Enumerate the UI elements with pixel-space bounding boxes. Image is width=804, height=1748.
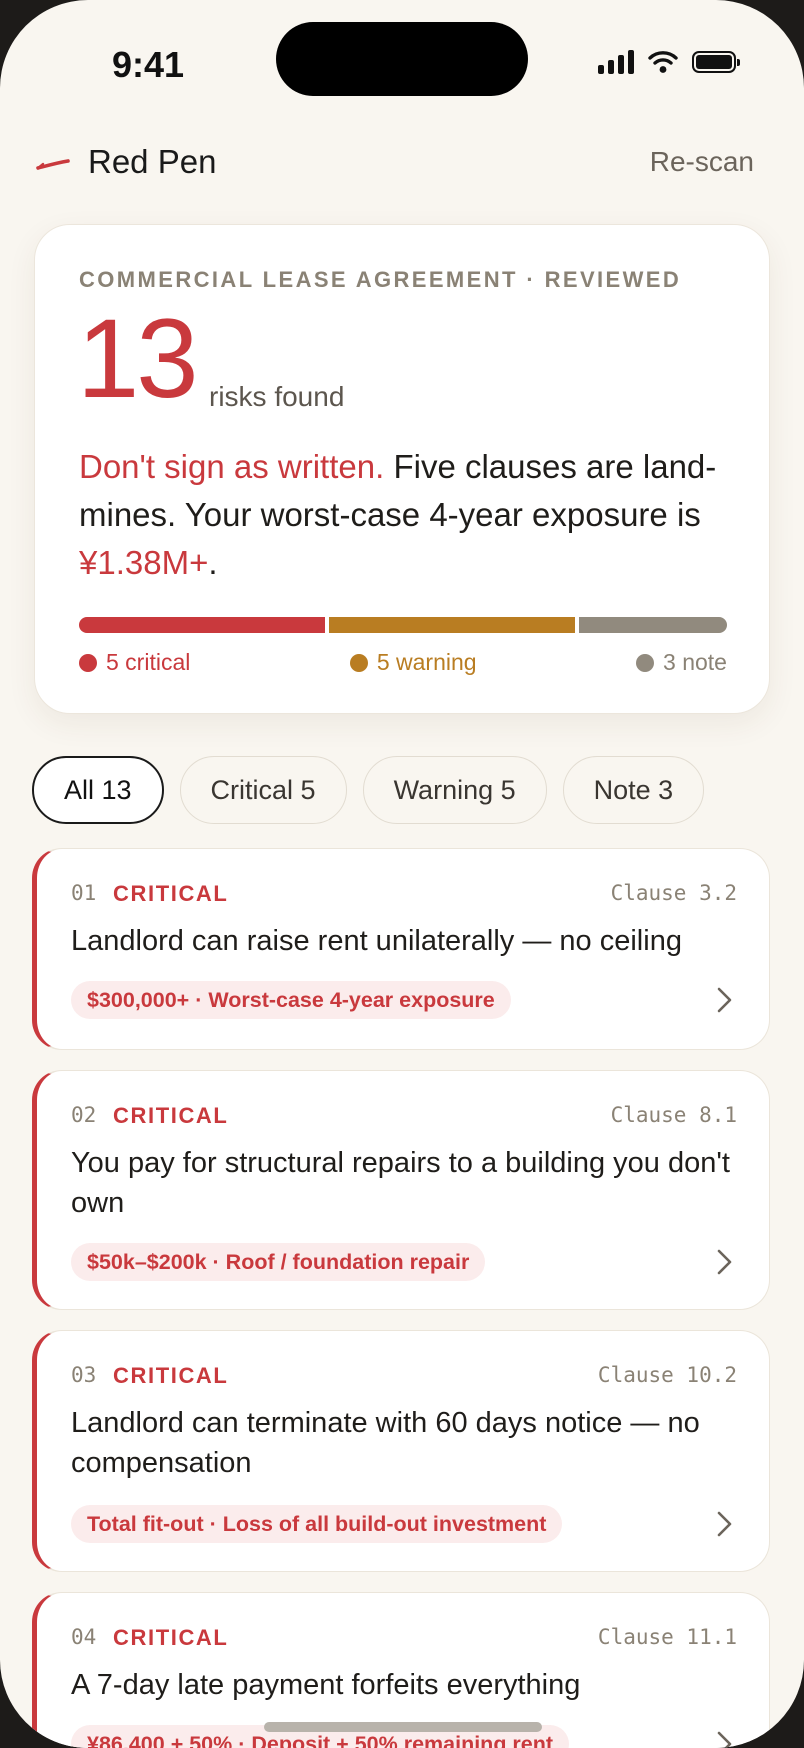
exposure-tag: $50k–$200k · Roof / foundation repair [71,1243,486,1281]
risk-card[interactable]: 03 CRITICAL Clause 10.2 Landlord can ter… [32,1330,770,1572]
risk-number: 04 [71,1625,97,1649]
summary-card: COMMERCIAL LEASE AGREEMENT · REVIEWED 13… [34,224,770,714]
app-header: Red Pen Re-scan [34,140,760,184]
filter-warning[interactable]: Warning 5 [362,756,547,824]
chevron-right-icon [717,987,732,1013]
chevron-right-icon [717,1249,732,1275]
wifi-icon [648,51,678,73]
risk-number: 03 [71,1363,97,1387]
clause-reference: Clause 8.1 [610,1103,737,1127]
filter-note[interactable]: Note 3 [562,756,705,824]
filter-tabs: All 13 Critical 5 Warning 5 Note 3 [32,756,705,824]
cellular-signal-icon [598,50,634,74]
chevron-right-icon [717,1511,732,1537]
clause-reference: Clause 3.2 [610,881,737,905]
status-icons [598,50,740,74]
legend-warning-label: 5 warning [376,649,477,675]
status-time: 9:41 [112,44,185,85]
warning-dot-icon [349,653,368,672]
critical-segment [79,617,326,633]
legend-critical-label: 5 critical [106,649,191,675]
risk-number: 02 [71,1103,97,1127]
filter-all[interactable]: All 13 [32,756,164,824]
exposure-tag: $300,000+ · Worst-case 4-year exposure [71,981,511,1019]
risk-card[interactable]: 01 CRITICAL Clause 3.2 Landlord can rais… [32,848,770,1050]
note-dot-icon [636,653,655,672]
verdict-end: . [208,544,218,581]
red-pen-logo-icon [36,159,70,170]
legend-warning: 5 warning [349,649,477,676]
exposure-amount: ¥1.38M+ [79,544,209,581]
severity-label: CRITICAL [113,1625,229,1650]
risk-count: 13 [77,296,199,421]
filter-critical[interactable]: Critical 5 [179,756,347,824]
severity-legend: 5 critical 5 warning 3 note [79,649,727,676]
battery-icon [692,51,740,73]
risk-card[interactable]: 02 CRITICAL Clause 8.1 You pay for struc… [32,1070,770,1310]
exposure-tag: Total fit-out · Loss of all build-out in… [71,1505,563,1543]
dynamic-island [276,22,528,96]
risk-count-label: risks found [209,381,345,412]
brand: Red Pen [34,143,216,181]
verdict-lead: Don't sign as written. [79,448,385,485]
risk-title: Landlord can terminate with 60 days noti… [71,1407,700,1479]
phone-screen: 9:41 Red Pen Re-scan COMMERCIAL LEASE AG… [0,0,804,1748]
note-segment [579,617,727,633]
rescan-button[interactable]: Re-scan [644,145,760,179]
chevron-right-icon [717,1731,732,1748]
risk-title: A 7-day late payment forfeits everything [71,1669,581,1701]
legend-critical: 5 critical [79,649,190,676]
risk-number: 01 [71,881,97,905]
verdict-text: Don't sign as written. Five clauses are … [79,443,729,587]
warning-segment [329,617,576,633]
app-title: Red Pen [88,143,217,180]
severity-label: CRITICAL [113,1103,229,1128]
risk-title: Landlord can raise rent unilaterally — n… [71,925,682,957]
clause-reference: Clause 10.2 [597,1363,737,1387]
severity-label: CRITICAL [113,1363,229,1388]
critical-dot-icon [79,653,97,672]
legend-note: 3 note [636,649,727,676]
clause-reference: Clause 11.1 [597,1625,737,1649]
home-indicator[interactable] [264,1722,542,1732]
legend-note-label: 3 note [663,649,727,675]
risk-title: You pay for structural repairs to a buil… [71,1147,730,1219]
severity-label: CRITICAL [113,881,229,906]
severity-breakdown-bar [79,617,727,633]
document-label: COMMERCIAL LEASE AGREEMENT · REVIEWED [79,267,682,292]
